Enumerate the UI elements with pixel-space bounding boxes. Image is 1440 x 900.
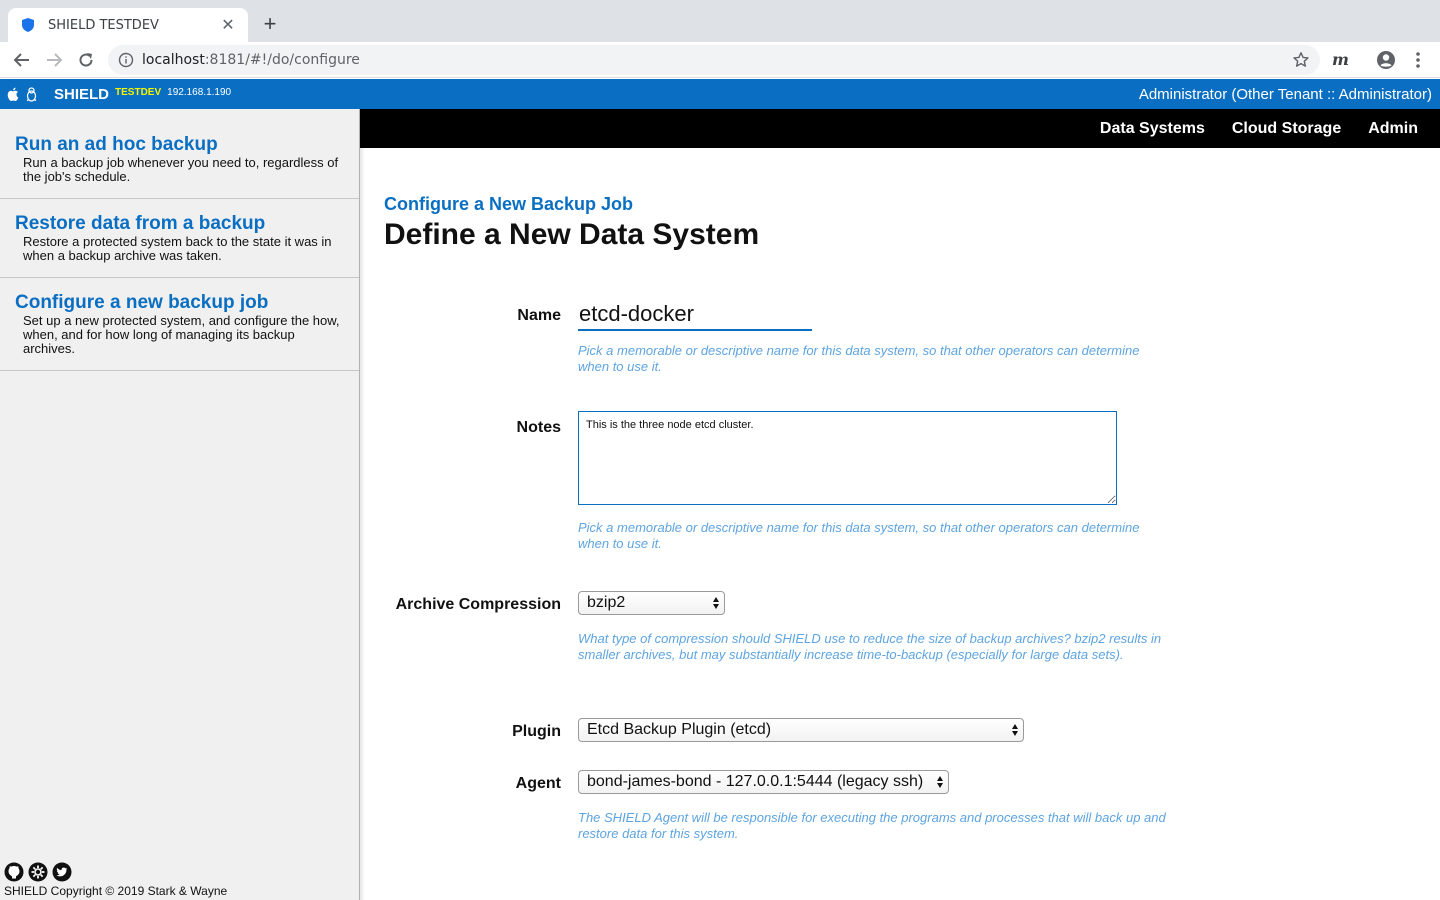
url-text: localhost:8181/#!/do/configure	[142, 52, 360, 68]
nav-admin[interactable]: Admin	[1368, 120, 1418, 138]
gear-icon[interactable]	[28, 862, 48, 882]
host-ip: 192.168.1.190	[167, 86, 232, 98]
select-arrows-icon	[1012, 724, 1018, 736]
page-title: Define a New Data System	[384, 218, 760, 251]
sidebar-footer: SHIELD Copyright © 2019 Stark & Wayne	[4, 862, 227, 898]
url-path: :8181/#!/do/configure	[204, 52, 360, 68]
sidebar: Run an ad hoc backup Run a backup job wh…	[0, 109, 365, 900]
app-header: SHIELD TESTDEV 192.168.1.190 Administrat…	[0, 79, 1440, 109]
compression-value: bzip2	[587, 594, 626, 611]
plugin-label: Plugin	[512, 723, 561, 740]
back-icon[interactable]	[10, 48, 34, 72]
name-field[interactable]	[578, 299, 812, 331]
compression-select[interactable]: bzip2	[578, 591, 725, 615]
extension-m-icon[interactable]: m	[1332, 50, 1349, 69]
browser-toolbar: localhost:8181/#!/do/configure m	[0, 42, 1440, 78]
agent-label: Agent	[515, 775, 561, 792]
new-tab-icon[interactable]: +	[258, 12, 282, 36]
forward-icon[interactable]	[42, 48, 66, 72]
browser-tab[interactable]: SHIELD TESTDEV ✕	[8, 8, 248, 42]
name-help: Pick a memorable or descriptive name for…	[578, 343, 1140, 374]
notes-help: Pick a memorable or descriptive name for…	[578, 520, 1140, 551]
address-bar[interactable]: localhost:8181/#!/do/configure	[108, 45, 1320, 75]
name-label: Name	[517, 307, 561, 324]
notes-label: Notes	[516, 419, 561, 436]
sidebar-item-configure[interactable]: Configure a new backup job Set up a new …	[0, 278, 359, 371]
profile-icon[interactable]	[1374, 48, 1398, 72]
shield-favicon-icon	[22, 18, 34, 32]
brand-name[interactable]: SHIELD	[54, 86, 109, 103]
nav-data-systems[interactable]: Data Systems	[1100, 120, 1205, 138]
main-nav: Data Systems Cloud Storage Admin	[360, 109, 1440, 148]
sidebar-item-title[interactable]: Run an ad hoc backup	[15, 135, 345, 155]
sidebar-item-title[interactable]: Restore data from a backup	[15, 214, 345, 234]
apple-icon	[7, 87, 19, 101]
sidebar-item-adhoc-backup[interactable]: Run an ad hoc backup Run a backup job wh…	[0, 109, 359, 199]
os-icons	[6, 86, 38, 102]
reload-icon[interactable]	[74, 48, 98, 72]
browser-menu-icon[interactable]	[1408, 48, 1428, 72]
current-user[interactable]: Administrator (Other Tenant :: Administr…	[1139, 86, 1432, 103]
environment-badge: TESTDEV	[115, 86, 162, 98]
sidebar-item-title[interactable]: Configure a new backup job	[15, 293, 345, 313]
nav-cloud-storage[interactable]: Cloud Storage	[1232, 120, 1341, 138]
sidebar-item-desc: Set up a new protected system, and confi…	[23, 313, 340, 356]
compression-help: What type of compression should SHIELD u…	[578, 631, 1162, 662]
select-arrows-icon	[937, 776, 943, 788]
notes-field[interactable]: This is the three node etcd cluster.	[578, 411, 1117, 505]
url-host: localhost	[142, 52, 205, 68]
sidebar-item-desc: Restore a protected system back to the s…	[23, 234, 332, 263]
sidebar-shadow	[359, 109, 365, 900]
plugin-value: Etcd Backup Plugin (etcd)	[587, 721, 772, 738]
agent-value: bond-james-bond - 127.0.0.1:5444 (legacy…	[587, 773, 924, 790]
agent-help: The SHIELD Agent will be responsible for…	[578, 810, 1166, 841]
sidebar-item-desc: Run a backup job whenever you need to, r…	[23, 155, 339, 184]
agent-select[interactable]: bond-james-bond - 127.0.0.1:5444 (legacy…	[578, 770, 949, 794]
bookmark-star-icon[interactable]	[1292, 51, 1310, 69]
plugin-select[interactable]: Etcd Backup Plugin (etcd)	[578, 718, 1024, 742]
github-icon[interactable]	[4, 862, 24, 882]
copyright-text: SHIELD Copyright © 2019 Stark & Wayne	[4, 884, 228, 898]
social-icons	[4, 862, 227, 882]
tab-title: SHIELD TESTDEV	[48, 17, 159, 33]
browser-tabbar: SHIELD TESTDEV ✕ +	[0, 0, 1440, 42]
select-arrows-icon	[713, 597, 719, 609]
close-tab-icon[interactable]: ✕	[220, 15, 236, 35]
twitter-icon[interactable]	[52, 862, 72, 882]
sidebar-item-restore[interactable]: Restore data from a backup Restore a pro…	[0, 199, 359, 278]
linux-icon	[26, 86, 37, 102]
site-info-icon[interactable]	[118, 52, 134, 68]
breadcrumb: Configure a New Backup Job	[384, 194, 634, 214]
compression-label: Archive Compression	[395, 596, 561, 613]
